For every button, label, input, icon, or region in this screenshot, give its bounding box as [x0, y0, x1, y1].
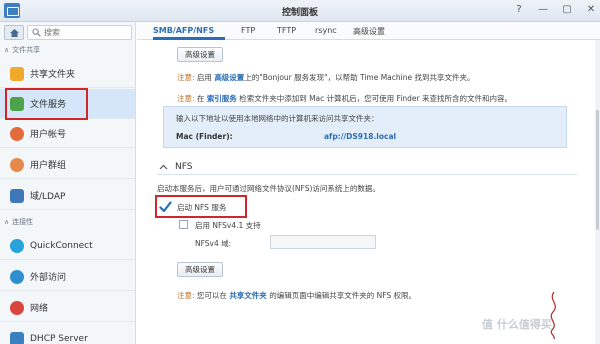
sidebar-item-dhcp[interactable]: DHCP Server: [0, 325, 135, 344]
note-text: 上的"Bonjour 服务发现"，以帮助 Time Machine 找到共享文件…: [244, 73, 475, 82]
nfsv4-domain-input[interactable]: [270, 235, 376, 249]
note-text: 在: [196, 94, 205, 103]
sidebar-item-label: 共享文件夹: [30, 70, 76, 80]
nfs-description: 启动本服务后，用户可通过网络文件协议(NFS)访问系统上的数据。: [157, 184, 380, 193]
shared-folder-link[interactable]: 共享文件夹: [229, 291, 267, 300]
sidebar: ∧ 文件共享 共享文件夹 文件服务 用户帐号 用户群组 域/LDAP ∧ 连接性…: [0, 22, 136, 344]
tab-ftp[interactable]: FTP: [241, 26, 255, 35]
help-button[interactable]: ?: [514, 4, 524, 16]
highlight-box-enable-nfs: [155, 195, 247, 218]
afp-note-indexing: 注意: 在 索引服务 检索文件夹中添加到 Mac 计算机后，您可使用 Finde…: [177, 93, 512, 104]
active-tab-indicator: [153, 37, 225, 40]
tab-bar: SMB/AFP/NFS FTP TFTP rsync 高级设置: [137, 22, 600, 40]
nfsv4-domain-label: NFSv4 域:: [195, 239, 232, 248]
chevron-up-icon: [159, 164, 168, 170]
chevron-up-icon: ∧: [4, 218, 10, 226]
tab-tftp[interactable]: TFTP: [277, 26, 296, 35]
note-text: 您可以在: [196, 291, 227, 300]
shared-folder-icon: [10, 66, 24, 81]
sidebar-item-label: 用户帐号: [30, 130, 67, 140]
maximize-button[interactable]: ▢: [562, 4, 572, 16]
nfsv41-label: 启用 NFSv4.1 支持: [195, 221, 261, 230]
external-access-icon: [10, 269, 24, 284]
sidebar-item-external-access[interactable]: 外部访问: [0, 263, 135, 291]
sidebar-item-label: 域/LDAP: [30, 192, 66, 202]
sidebar-item-network[interactable]: 网络: [0, 294, 135, 322]
sidebar-item-label: QuickConnect: [30, 240, 93, 251]
tab-advanced[interactable]: 高级设置: [353, 26, 385, 37]
close-button[interactable]: ✕: [586, 4, 596, 16]
annotation-scribble: [550, 291, 556, 340]
tab-rsync[interactable]: rsync: [315, 26, 337, 35]
nfs-section-header[interactable]: NFS: [159, 162, 192, 172]
window-title: 控制面板: [281, 8, 318, 18]
watermark: 值 什么值得买: [482, 318, 552, 331]
sidebar-item-shared-folder[interactable]: 共享文件夹: [0, 60, 135, 88]
dhcp-icon: [10, 332, 24, 344]
advanced-settings-link[interactable]: 高级设置: [214, 73, 244, 82]
section-label: 连接性: [12, 218, 34, 226]
quickconnect-icon: [10, 238, 24, 253]
afp-address-infobox: 输入以下地址以使用本地网络中的计算机来访问共享文件夹： Mac (Finder)…: [163, 106, 567, 148]
section-label: 文件共享: [12, 46, 41, 54]
home-button[interactable]: [4, 25, 24, 40]
scrollbar-thumb[interactable]: [596, 110, 599, 230]
search-field[interactable]: [27, 25, 132, 40]
mac-finder-address: afp://DS918.local: [324, 132, 397, 141]
network-icon: [10, 300, 24, 315]
note-text: 启用: [196, 73, 212, 82]
sidebar-item-label: 网络: [30, 304, 49, 314]
minimize-button[interactable]: —: [538, 4, 548, 16]
sidebar-item-label: DHCP Server: [30, 334, 88, 344]
section-file-sharing[interactable]: ∧ 文件共享: [4, 45, 40, 55]
chevron-up-icon: ∧: [4, 46, 10, 54]
sidebar-item-label: 外部访问: [30, 273, 67, 283]
sidebar-item-label: 用户群组: [30, 161, 67, 171]
search-icon: [32, 28, 41, 37]
indexing-service-link[interactable]: 索引服务: [207, 94, 237, 103]
sidebar-item-group[interactable]: 用户群组: [0, 151, 135, 179]
note-text: 的编辑页面中编辑共享文件夹的 NFS 权限。: [269, 291, 417, 300]
domain-icon: [10, 188, 24, 203]
window-title-bar: 控制面板 ? — ▢ ✕: [0, 0, 600, 22]
infobox-text: 输入以下地址以使用本地网络中的计算机来访问共享文件夹：: [176, 114, 379, 123]
sidebar-item-domain-ldap[interactable]: 域/LDAP: [0, 182, 135, 210]
note-label: 注意:: [177, 73, 195, 82]
nfs-note-permissions: 注意: 您可以在 共享文件夹 的编辑页面中编辑共享文件夹的 NFS 权限。: [177, 290, 416, 301]
mac-finder-label: Mac (Finder):: [176, 132, 233, 141]
afp-advanced-settings-button[interactable]: 高级设置: [177, 47, 223, 62]
section-connectivity[interactable]: ∧ 连接性: [4, 217, 33, 227]
main-panel: SMB/AFP/NFS FTP TFTP rsync 高级设置 高级设置 注意:…: [137, 22, 600, 344]
note-label: 注意:: [177, 291, 195, 300]
home-icon: [10, 29, 19, 37]
note-label: 注意:: [177, 94, 195, 103]
afp-note-bonjour: 注意: 启用 高级设置上的"Bonjour 服务发现"，以帮助 Time Mac…: [177, 72, 475, 83]
tab-smb-afp-nfs[interactable]: SMB/AFP/NFS: [153, 26, 214, 35]
search-input[interactable]: [44, 27, 129, 38]
nfs-advanced-settings-button[interactable]: 高级设置: [177, 262, 223, 277]
sidebar-item-user[interactable]: 用户帐号: [0, 120, 135, 148]
sidebar-item-quickconnect[interactable]: QuickConnect: [0, 232, 135, 260]
user-icon: [10, 126, 24, 141]
section-divider: [157, 174, 577, 175]
group-icon: [10, 157, 24, 172]
nfsv41-checkbox[interactable]: [179, 220, 188, 229]
note-text: 检索文件夹中添加到 Mac 计算机后，您可使用 Finder 来查找所含的文件和…: [239, 94, 512, 103]
main-scrollbar[interactable]: [595, 40, 600, 344]
nfs-section-title: NFS: [175, 162, 193, 172]
highlight-box-file-services: [5, 88, 88, 120]
